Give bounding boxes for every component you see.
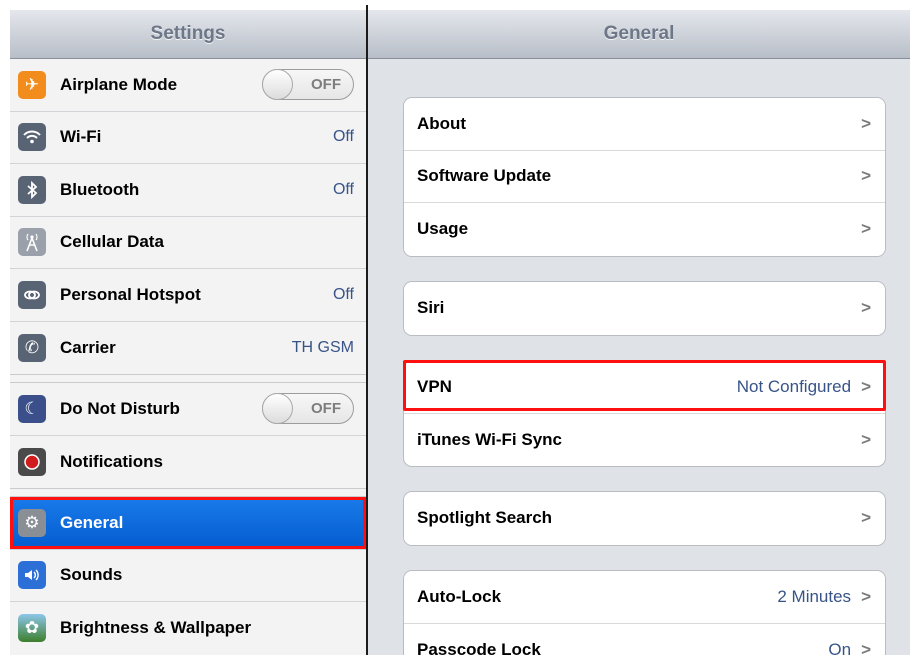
sidebar-item-label: Notifications <box>60 451 163 471</box>
sidebar-group-alerts: ☾ Do Not Disturb OFF Notifications <box>10 382 366 489</box>
gear-icon: ⚙ <box>18 508 46 537</box>
general-group-security: Auto-Lock 2 Minutes > Passcode Lock On > <box>403 570 886 655</box>
airplane-mode-toggle[interactable]: OFF <box>262 69 354 101</box>
row-label: Software Update <box>417 166 552 186</box>
chevron-right-icon: > <box>861 429 871 449</box>
sidebar-item-wifi[interactable]: Wi-Fi Off <box>10 111 366 164</box>
sidebar-item-do-not-disturb[interactable]: ☾ Do Not Disturb OFF <box>10 383 366 436</box>
sidebar-item-label: Cellular Data <box>60 232 164 252</box>
row-label: Siri <box>417 298 445 318</box>
sidebar-item-label: Personal Hotspot <box>60 284 201 304</box>
row-label: iTunes Wi-Fi Sync <box>417 429 562 449</box>
general-item-usage[interactable]: Usage > <box>404 203 885 256</box>
auto-lock-value: 2 Minutes <box>777 586 852 606</box>
general-item-about[interactable]: About > <box>404 98 885 151</box>
chevron-right-icon: > <box>861 113 871 133</box>
general-group-siri: Siri > <box>403 281 886 336</box>
sidebar-item-personal-hotspot[interactable]: Personal Hotspot Off <box>10 269 366 322</box>
detail-title: General <box>368 10 910 59</box>
bluetooth-status: Off <box>332 180 354 198</box>
sidebar-item-label: Brightness & Wallpaper <box>60 618 252 638</box>
wifi-status: Off <box>332 128 354 146</box>
general-group-network: VPN Not Configured > iTunes Wi-Fi Sync > <box>403 360 886 467</box>
general-group-search: Spotlight Search > <box>403 491 886 546</box>
notifications-icon <box>18 447 46 476</box>
passcode-lock-value: On <box>828 639 852 655</box>
sidebar-item-brightness-wallpaper[interactable]: ✿ Brightness & Wallpaper <box>10 602 366 655</box>
sidebar-item-label: Bluetooth <box>60 179 140 199</box>
speaker-icon <box>18 561 46 590</box>
moon-icon: ☾ <box>18 394 46 423</box>
chevron-right-icon: > <box>861 639 871 655</box>
chevron-right-icon: > <box>861 376 871 396</box>
toggle-state-label: OFF <box>311 76 341 94</box>
toggle-state-label: OFF <box>311 400 341 418</box>
carrier-name: TH GSM <box>291 338 354 356</box>
toggle-knob <box>262 69 293 101</box>
chevron-right-icon: > <box>861 219 871 239</box>
sidebar-title: Settings <box>10 10 366 59</box>
flower-icon: ✿ <box>18 614 46 643</box>
airplane-icon: ✈ <box>18 70 46 99</box>
general-group-info: About > Software Update > Usage > <box>403 97 886 257</box>
row-label: Passcode Lock <box>417 639 541 655</box>
hotspot-icon <box>18 280 46 309</box>
general-item-passcode-lock[interactable]: Passcode Lock On > <box>404 623 885 655</box>
sidebar-item-airplane-mode[interactable]: ✈ Airplane Mode OFF <box>10 59 366 112</box>
sidebar-item-notifications[interactable]: Notifications <box>10 435 366 488</box>
general-item-vpn[interactable]: VPN Not Configured > <box>403 360 886 414</box>
row-label: Usage <box>417 219 469 239</box>
sidebar-item-carrier[interactable]: ✆ Carrier TH GSM <box>10 321 366 374</box>
sidebar-item-bluetooth[interactable]: Bluetooth Off <box>10 164 366 217</box>
general-item-software-update[interactable]: Software Update > <box>404 150 885 203</box>
general-item-auto-lock[interactable]: Auto-Lock 2 Minutes > <box>404 571 885 624</box>
sidebar-group-device: ⚙ General Sounds ✿ Brightness & Wallpape… <box>10 496 366 655</box>
sidebar-group-connectivity: ✈ Airplane Mode OFF Wi-Fi Off Bluetooth … <box>10 59 366 375</box>
row-label: Auto-Lock <box>417 586 502 606</box>
row-label: Spotlight Search <box>417 508 553 528</box>
sidebar-item-label: Sounds <box>60 565 123 585</box>
toggle-knob <box>262 393 293 425</box>
sidebar-item-label: Airplane Mode <box>60 74 178 94</box>
sidebar-item-cellular-data[interactable]: Cellular Data <box>10 216 366 269</box>
chevron-right-icon: > <box>861 508 871 528</box>
general-item-siri[interactable]: Siri > <box>404 282 885 335</box>
settings-sidebar: Settings ✈ Airplane Mode OFF Wi-Fi Off B… <box>10 10 366 655</box>
sidebar-item-label: Wi-Fi <box>60 127 102 147</box>
general-detail-pane: General About > Software Update > Usage … <box>368 10 910 655</box>
sidebar-item-label: General <box>60 512 124 532</box>
sidebar-item-general[interactable]: ⚙ General <box>10 497 366 550</box>
chevron-right-icon: > <box>861 166 871 186</box>
general-item-spotlight-search[interactable]: Spotlight Search > <box>404 492 885 545</box>
chevron-right-icon: > <box>861 586 871 606</box>
hotspot-status: Off <box>332 285 354 303</box>
sidebar-item-label: Do Not Disturb <box>60 398 180 418</box>
row-label: VPN <box>417 376 452 396</box>
row-label: About <box>417 113 467 133</box>
phone-icon: ✆ <box>18 333 46 362</box>
wifi-icon <box>18 123 46 152</box>
bluetooth-icon <box>18 175 46 204</box>
sidebar-item-label: Carrier <box>60 337 116 357</box>
antenna-icon <box>18 228 46 257</box>
do-not-disturb-toggle[interactable]: OFF <box>262 393 354 425</box>
vpn-status: Not Configured <box>736 376 852 396</box>
general-item-itunes-wifi-sync[interactable]: iTunes Wi-Fi Sync > <box>404 413 885 466</box>
sidebar-item-sounds[interactable]: Sounds <box>10 549 366 602</box>
chevron-right-icon: > <box>861 298 871 318</box>
